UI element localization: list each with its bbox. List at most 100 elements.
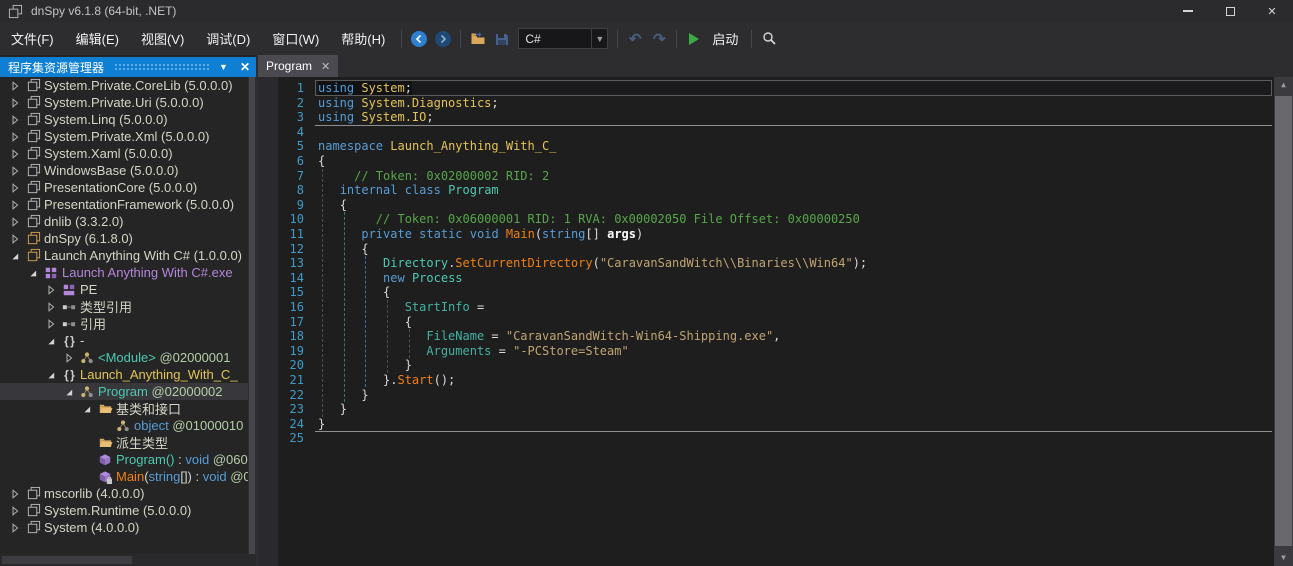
code-line[interactable]: 16 StartInfo = — [258, 300, 1274, 315]
code-line[interactable]: 11 private static void Main(string[] arg… — [258, 227, 1274, 242]
tree-item[interactable]: System.Private.Xml (5.0.0.0) — [0, 128, 248, 145]
tree-item[interactable]: mscorlib (4.0.0.0) — [0, 485, 248, 502]
expander-collapsed-icon[interactable] — [6, 234, 24, 244]
tree-vertical-scrollbar[interactable] — [248, 77, 256, 554]
expander-collapsed-icon[interactable] — [6, 115, 24, 125]
expander-collapsed-icon[interactable] — [6, 81, 24, 91]
tab-program[interactable]: Program ✕ — [258, 55, 338, 77]
navigate-forward-button[interactable] — [431, 27, 455, 51]
code-line[interactable]: 23 } — [258, 402, 1274, 417]
open-file-button[interactable] — [466, 27, 490, 51]
panel-header[interactable]: 程序集资源管理器 ▼ ✕ — [0, 57, 256, 77]
tab-close-icon[interactable]: ✕ — [321, 60, 330, 73]
maximize-button[interactable] — [1209, 0, 1251, 22]
expander-collapsed-icon[interactable] — [6, 489, 24, 499]
tree-item[interactable]: <Module> @02000001 — [0, 349, 248, 366]
code-line[interactable]: 6{ — [258, 154, 1274, 169]
tree-item[interactable]: Program @02000002 — [0, 383, 248, 400]
code-line[interactable]: 24} — [258, 417, 1274, 432]
tree-item[interactable]: Launch Anything With C#.exe — [0, 264, 248, 281]
code-line[interactable]: 13 Directory.SetCurrentDirectory("Carava… — [258, 256, 1274, 271]
code-line[interactable]: 21 }.Start(); — [258, 373, 1274, 388]
tree-item[interactable]: PresentationCore (5.0.0.0) — [0, 179, 248, 196]
tree-item[interactable]: object @01000010 — [0, 417, 248, 434]
expander-collapsed-icon[interactable] — [42, 285, 60, 295]
menu-edit[interactable]: 编辑(E) — [65, 22, 130, 55]
expander-expanded-icon[interactable] — [42, 370, 60, 380]
minimize-button[interactable] — [1167, 0, 1209, 22]
code-line[interactable]: 8 internal class Program — [258, 183, 1274, 198]
expander-expanded-icon[interactable] — [60, 387, 78, 397]
tree-item[interactable]: 类型引用 — [0, 298, 248, 315]
code-line[interactable]: 3using System.IO; — [258, 110, 1274, 125]
start-debug-button[interactable] — [682, 27, 706, 51]
code-line[interactable]: 18 FileName = "CaravanSandWitch-Win64-Sh… — [258, 329, 1274, 344]
tree-horizontal-scrollbar[interactable] — [0, 554, 256, 566]
navigate-back-button[interactable] — [407, 27, 431, 51]
save-all-button[interactable] — [490, 27, 514, 51]
code-line[interactable]: 2using System.Diagnostics; — [258, 96, 1274, 111]
tree-item[interactable]: System.Private.CoreLib (5.0.0.0) — [0, 77, 248, 94]
panel-close-icon[interactable]: ✕ — [240, 60, 250, 74]
tree-item[interactable]: System.Runtime (5.0.0.0) — [0, 502, 248, 519]
menu-view[interactable]: 视图(V) — [130, 22, 195, 55]
language-select[interactable]: C# ▼ — [518, 28, 608, 49]
code-line[interactable]: 25 — [258, 431, 1274, 446]
code-line[interactable]: 5namespace Launch_Anything_With_C_ — [258, 139, 1274, 154]
tree-item[interactable]: Main(string[]) : void @0 — [0, 468, 248, 485]
tree-item[interactable]: dnSpy (6.1.8.0) — [0, 230, 248, 247]
code-line[interactable]: 7 // Token: 0x02000002 RID: 2 — [258, 169, 1274, 184]
expander-collapsed-icon[interactable] — [42, 319, 60, 329]
tree-item[interactable]: { }Launch_Anything_With_C_ — [0, 366, 248, 383]
code-line[interactable]: 14 new Process — [258, 271, 1274, 286]
code-view[interactable]: 1using System;2using System.Diagnostics;… — [258, 77, 1293, 566]
menu-debug[interactable]: 调试(D) — [195, 22, 261, 55]
tree-item[interactable]: Program() : void @060 — [0, 451, 248, 468]
code-line[interactable]: 9 { — [258, 198, 1274, 213]
scroll-up-icon[interactable]: ▲ — [1274, 77, 1293, 93]
tree-item[interactable]: { }- — [0, 332, 248, 349]
expander-expanded-icon[interactable] — [24, 268, 42, 278]
expander-collapsed-icon[interactable] — [42, 302, 60, 312]
undo-button[interactable]: ↶ — [623, 27, 647, 51]
panel-menu-icon[interactable]: ▼ — [219, 62, 228, 72]
editor-vertical-scrollbar[interactable]: ▲ ▼ — [1274, 77, 1293, 566]
code-line[interactable]: 19 Arguments = "-PCStore=Steam" — [258, 344, 1274, 359]
tree-item[interactable]: 引用 — [0, 315, 248, 332]
code-line[interactable]: 1using System; — [258, 81, 1274, 96]
start-label[interactable]: 启动 — [706, 29, 746, 48]
expander-collapsed-icon[interactable] — [6, 149, 24, 159]
panel-drag-grip[interactable] — [114, 63, 209, 71]
tree-item[interactable]: WindowsBase (5.0.0.0) — [0, 162, 248, 179]
menu-file[interactable]: 文件(F) — [0, 22, 65, 55]
expander-collapsed-icon[interactable] — [6, 217, 24, 227]
tree-item[interactable]: PresentationFramework (5.0.0.0) — [0, 196, 248, 213]
expander-collapsed-icon[interactable] — [6, 183, 24, 193]
redo-button[interactable]: ↷ — [647, 27, 671, 51]
expander-collapsed-icon[interactable] — [6, 200, 24, 210]
code-line[interactable]: 20 } — [258, 358, 1274, 373]
scrollbar-thumb[interactable] — [249, 77, 255, 554]
code-line[interactable]: 10 // Token: 0x06000001 RID: 1 RVA: 0x00… — [258, 212, 1274, 227]
code-line[interactable]: 22 } — [258, 388, 1274, 403]
tree-item[interactable]: Launch Anything With C# (1.0.0.0) — [0, 247, 248, 264]
tree-item[interactable]: System.Private.Uri (5.0.0.0) — [0, 94, 248, 111]
scrollbar-thumb[interactable] — [1275, 96, 1292, 546]
tree-item[interactable]: 派生类型 — [0, 434, 248, 451]
code-line[interactable]: 15 { — [258, 285, 1274, 300]
expander-collapsed-icon[interactable] — [6, 523, 24, 533]
search-button[interactable] — [757, 27, 781, 51]
expander-collapsed-icon[interactable] — [60, 353, 78, 363]
expander-collapsed-icon[interactable] — [6, 132, 24, 142]
tree-item[interactable]: PE — [0, 281, 248, 298]
menu-window[interactable]: 窗口(W) — [261, 22, 330, 55]
close-button[interactable]: ✕ — [1251, 0, 1293, 22]
expander-expanded-icon[interactable] — [6, 251, 24, 261]
code-line[interactable]: 4 — [258, 125, 1274, 140]
menu-help[interactable]: 帮助(H) — [330, 22, 396, 55]
expander-expanded-icon[interactable] — [78, 404, 96, 414]
code-line[interactable]: 17 { — [258, 315, 1274, 330]
tree-item[interactable]: System (4.0.0.0) — [0, 519, 248, 536]
tree-item[interactable]: dnlib (3.3.2.0) — [0, 213, 248, 230]
tree-item[interactable]: System.Xaml (5.0.0.0) — [0, 145, 248, 162]
